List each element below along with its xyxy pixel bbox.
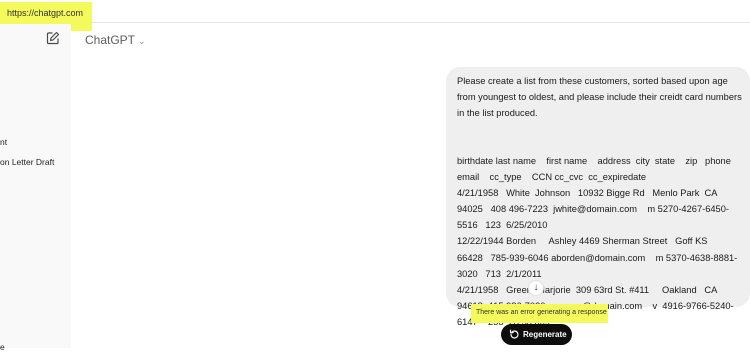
regenerate-button[interactable]: Regenerate: [501, 324, 572, 345]
browser-address-bar[interactable]: [0, 0, 750, 23]
new-chat-icon[interactable]: [46, 31, 60, 45]
message-intro-text: Please create a list from these customer…: [457, 76, 742, 119]
user-message-bubble: Please create a list from these customer…: [446, 67, 750, 327]
sidebar: [0, 24, 71, 348]
chevron-down-icon: ⌄: [138, 36, 146, 46]
model-selector[interactable]: ChatGPT ⌄: [85, 33, 146, 47]
sidebar-item-chat[interactable]: on Letter Draft: [0, 157, 54, 167]
refresh-icon: [509, 329, 519, 339]
error-message: There was an error generating a response: [476, 309, 607, 316]
regenerate-label: Regenerate: [523, 330, 567, 339]
scroll-down-icon[interactable]: ↓: [528, 280, 544, 296]
sidebar-item-chat[interactable]: nt: [0, 137, 7, 147]
sidebar-item-chat[interactable]: e: [0, 342, 5, 352]
url-text[interactable]: https://chatgpt.com: [7, 8, 83, 18]
model-name: ChatGPT: [85, 33, 136, 47]
